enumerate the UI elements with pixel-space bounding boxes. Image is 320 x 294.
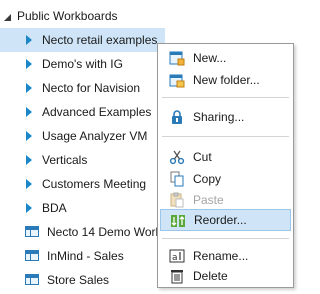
scissors-icon bbox=[169, 150, 185, 165]
menu-item-new-folder[interactable]: New folder... bbox=[160, 69, 291, 91]
tree-root-public-workboards[interactable]: Public Workboards bbox=[4, 6, 118, 26]
menu-item-label: Reorder... bbox=[194, 213, 247, 227]
menu-item-label: New... bbox=[193, 51, 227, 65]
tree-item-necto-retail-examples[interactable]: Necto retail examples bbox=[0, 28, 165, 52]
expand-arrow-icon[interactable] bbox=[26, 131, 32, 141]
paste-icon bbox=[170, 192, 184, 208]
copy-icon bbox=[170, 171, 184, 187]
expand-arrow-icon[interactable] bbox=[26, 35, 32, 45]
menu-item-new[interactable]: New... bbox=[160, 47, 291, 69]
expand-arrow-icon[interactable] bbox=[26, 155, 32, 165]
tree-item-label: Verticals bbox=[42, 153, 88, 167]
tree-item-label: InMind - Sales bbox=[47, 249, 124, 263]
menu-item-copy[interactable]: Copy bbox=[160, 168, 291, 190]
menu-item-delete[interactable]: Delete bbox=[160, 265, 291, 287]
tree-item-label: BDA bbox=[42, 201, 67, 215]
menu-item-paste[interactable]: Paste bbox=[160, 189, 291, 211]
menu-item-label: Copy bbox=[193, 172, 222, 186]
menu-item-label: Rename... bbox=[193, 249, 249, 263]
lock-icon bbox=[172, 110, 182, 124]
expand-arrow-icon[interactable] bbox=[26, 59, 32, 69]
tree-item-label: Usage Analyzer VM bbox=[42, 129, 148, 143]
tree-item-label: Advanced Examples bbox=[42, 105, 152, 119]
menu-item-label: New folder... bbox=[193, 73, 260, 87]
workboard-icon bbox=[25, 274, 39, 285]
expand-arrow-icon[interactable] bbox=[26, 107, 32, 117]
tree-item-label: Demo's with IG bbox=[42, 57, 123, 71]
workboard-icon bbox=[25, 226, 39, 237]
tree-item-label: Necto 14 Demo World - bbox=[47, 225, 173, 239]
expand-arrow-icon[interactable] bbox=[26, 179, 32, 189]
workboard-icon bbox=[25, 250, 39, 261]
context-menu: New... New folder... Sharing... Cut Copy… bbox=[157, 43, 294, 288]
menu-item-cut[interactable]: Cut bbox=[160, 146, 291, 168]
expand-arrow-icon[interactable] bbox=[26, 83, 32, 93]
collapse-triangle-icon[interactable] bbox=[4, 13, 11, 21]
tree-root-label: Public Workboards bbox=[17, 9, 118, 23]
tree-item-label: Customers Meeting bbox=[42, 177, 147, 191]
reorder-icon bbox=[171, 215, 185, 227]
menu-item-sharing[interactable]: Sharing... bbox=[160, 106, 291, 128]
menu-item-label: Paste bbox=[193, 193, 224, 207]
new-folder-icon bbox=[169, 74, 185, 88]
expand-arrow-icon[interactable] bbox=[26, 203, 32, 213]
rename-icon: a bbox=[169, 249, 185, 263]
trash-icon bbox=[171, 270, 183, 284]
new-workboard-icon bbox=[169, 51, 185, 66]
tree-item-label: Store Sales bbox=[47, 273, 110, 287]
menu-item-label: Delete bbox=[193, 269, 228, 283]
menu-separator bbox=[162, 97, 289, 98]
tree-item-label: Necto retail examples bbox=[42, 33, 158, 47]
menu-item-label: Cut bbox=[193, 150, 212, 164]
menu-item-reorder[interactable]: Reorder... bbox=[160, 209, 291, 231]
menu-item-label: Sharing... bbox=[193, 110, 245, 124]
menu-separator bbox=[162, 136, 289, 137]
menu-item-rename[interactable]: a Rename... bbox=[160, 245, 291, 267]
tree-item-label: Necto for Navision bbox=[42, 81, 141, 95]
menu-separator bbox=[162, 238, 289, 239]
svg-text:a: a bbox=[172, 253, 178, 263]
